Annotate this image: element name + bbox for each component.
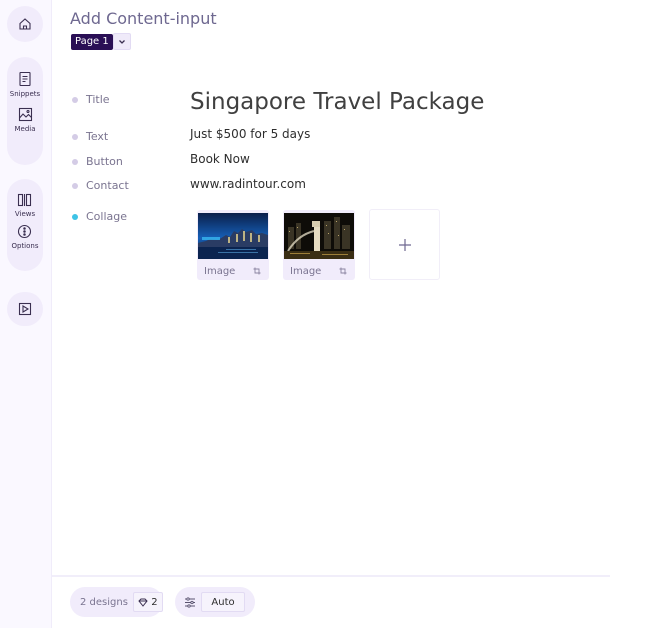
merlion-thumbnail bbox=[284, 213, 354, 259]
add-image-button[interactable] bbox=[369, 209, 440, 280]
image-card-footer: Image bbox=[197, 262, 269, 280]
field-label-text: Title bbox=[86, 93, 110, 106]
field-label-button[interactable]: Button bbox=[72, 155, 123, 168]
field-status-dot bbox=[72, 133, 78, 140]
field-status-dot bbox=[72, 158, 78, 165]
gem-icon bbox=[138, 598, 148, 607]
sidebar-item-views[interactable]: Views bbox=[15, 193, 35, 218]
designs-label: 2 designs bbox=[80, 596, 128, 608]
sidebar-item-home[interactable] bbox=[18, 17, 32, 31]
button-value[interactable]: Book Now bbox=[190, 152, 250, 166]
field-label-collage[interactable]: Collage bbox=[72, 210, 127, 223]
crop-icon[interactable] bbox=[339, 267, 347, 275]
field-status-dot bbox=[72, 96, 78, 103]
designs-pill: 2 designs 2 bbox=[70, 587, 163, 617]
sidebar-item-media[interactable]: Media bbox=[14, 107, 36, 133]
sidebar-item-label: Media bbox=[14, 125, 36, 133]
field-label-contact[interactable]: Contact bbox=[72, 179, 129, 192]
skyline-thumbnail bbox=[198, 213, 268, 259]
page-title: Add Content-input bbox=[70, 9, 217, 28]
sidebar-item-label: Options bbox=[11, 242, 39, 250]
field-label-text: Text bbox=[86, 130, 109, 143]
sliders-icon[interactable] bbox=[184, 596, 196, 608]
field-status-dot-active bbox=[72, 213, 78, 220]
sidebar-group-preview bbox=[7, 292, 43, 326]
field-label-text: Button bbox=[86, 155, 123, 168]
home-icon bbox=[19, 18, 31, 30]
footer-divider bbox=[52, 575, 610, 577]
designs-count-button[interactable]: 2 bbox=[132, 592, 163, 612]
auto-layout-button[interactable]: Auto bbox=[201, 592, 245, 612]
crop-icon[interactable] bbox=[253, 267, 261, 275]
contact-value[interactable]: www.radintour.com bbox=[190, 177, 306, 191]
field-status-dot bbox=[72, 182, 78, 189]
sidebar-item-preview[interactable] bbox=[18, 302, 32, 316]
image-label: Image bbox=[204, 265, 236, 277]
sidebar-item-options[interactable]: Options bbox=[11, 224, 39, 250]
field-label-text[interactable]: Text bbox=[72, 130, 108, 143]
image-card-footer: Image bbox=[283, 262, 355, 280]
layout-settings-pill: Auto bbox=[175, 587, 255, 617]
image-icon bbox=[18, 107, 32, 122]
sidebar-group-views: Views Options bbox=[7, 179, 43, 271]
document-icon bbox=[19, 71, 31, 87]
field-label-title[interactable]: Title bbox=[72, 93, 110, 106]
designs-count: 2 bbox=[151, 596, 158, 608]
sidebar-item-snippets[interactable]: Snippets bbox=[10, 71, 40, 98]
text-value[interactable]: Just $500 for 5 days bbox=[190, 127, 310, 141]
field-label-text: Contact bbox=[86, 179, 129, 192]
chevron-down-icon bbox=[119, 39, 125, 44]
more-vertical-circle-icon bbox=[18, 224, 32, 239]
sidebar-item-label: Views bbox=[14, 210, 36, 218]
sidebar-item-label: Snippets bbox=[9, 90, 41, 98]
sidebar-group-home bbox=[7, 6, 43, 42]
columns-icon bbox=[18, 193, 32, 207]
collage-image-card[interactable]: Image bbox=[197, 210, 269, 280]
field-label-text: Collage bbox=[86, 210, 128, 223]
page-dropdown-button[interactable] bbox=[113, 33, 131, 50]
plus-icon bbox=[398, 238, 411, 251]
title-value[interactable]: Singapore Travel Package bbox=[190, 89, 484, 115]
collage-image-card[interactable]: Image bbox=[283, 210, 355, 280]
page-selector[interactable]: Page 1 bbox=[71, 34, 113, 50]
image-label: Image bbox=[290, 265, 322, 277]
sidebar: Snippets Media Views Options bbox=[0, 0, 52, 628]
sidebar-group-content: Snippets Media bbox=[7, 57, 43, 165]
play-icon bbox=[18, 302, 32, 316]
